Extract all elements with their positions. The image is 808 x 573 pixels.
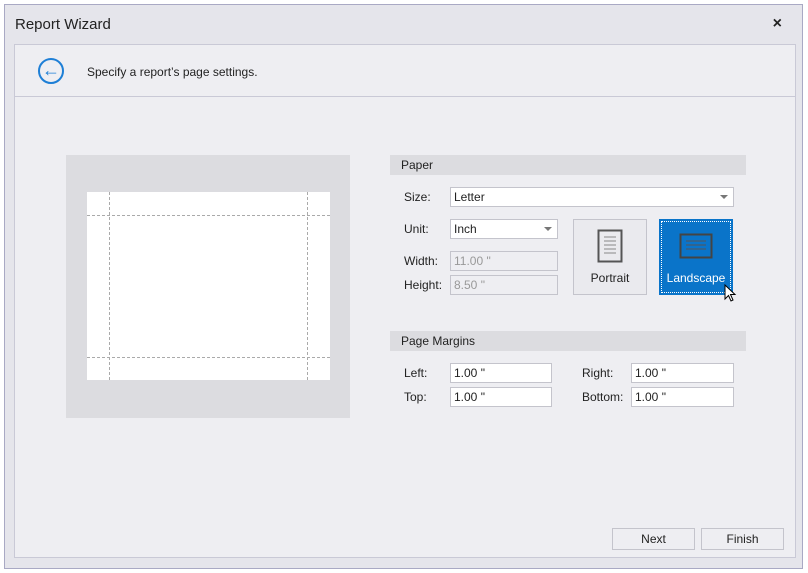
finish-button[interactable]: Finish xyxy=(701,528,784,550)
margin-line-left xyxy=(109,192,110,380)
right-margin-label: Right: xyxy=(582,366,613,380)
window-title: Report Wizard xyxy=(15,16,111,33)
portrait-page-icon xyxy=(597,229,623,263)
bottom-margin-label: Bottom: xyxy=(582,390,623,404)
margin-line-right xyxy=(307,192,308,380)
close-icon[interactable]: × xyxy=(773,15,782,33)
landscape-button[interactable]: Landscape xyxy=(659,219,733,295)
next-button[interactable]: Next xyxy=(612,528,695,550)
margins-section-header: Page Margins xyxy=(390,331,746,351)
unit-value: Inch xyxy=(454,222,477,236)
size-label: Size: xyxy=(404,190,431,204)
unit-dropdown[interactable]: Inch xyxy=(450,219,558,239)
chevron-down-icon xyxy=(544,227,552,231)
chevron-down-icon xyxy=(720,195,728,199)
unit-label: Unit: xyxy=(404,222,429,236)
back-arrow-icon[interactable]: ← xyxy=(38,58,64,84)
landscape-page-icon xyxy=(679,233,713,259)
top-margin-input[interactable]: 1.00 " xyxy=(450,387,552,407)
size-dropdown[interactable]: Letter xyxy=(450,187,734,207)
margin-line-bottom xyxy=(87,357,330,358)
right-margin-input[interactable]: 1.00 " xyxy=(631,363,734,383)
height-input[interactable]: 8.50 " xyxy=(450,275,558,295)
width-label: Width: xyxy=(404,254,438,268)
portrait-label: Portrait xyxy=(574,271,646,285)
top-margin-label: Top: xyxy=(404,390,427,404)
mouse-cursor-icon xyxy=(724,284,738,304)
width-input[interactable]: 11.00 " xyxy=(450,251,558,271)
margin-line-top xyxy=(87,215,330,216)
portrait-button[interactable]: Portrait xyxy=(573,219,647,295)
landscape-label: Landscape xyxy=(660,271,732,285)
report-wizard-window: Report Wizard × ← Specify a report’s pag… xyxy=(4,4,803,569)
wizard-page: ← Specify a report’s page settings. Pape… xyxy=(14,44,796,558)
left-margin-label: Left: xyxy=(404,366,427,380)
size-value: Letter xyxy=(454,190,485,204)
paper-preview xyxy=(87,192,330,380)
wizard-header: ← Specify a report’s page settings. xyxy=(15,45,795,97)
paper-section-header: Paper xyxy=(390,155,746,175)
page-preview xyxy=(66,155,350,418)
page-subtitle: Specify a report’s page settings. xyxy=(87,65,258,79)
left-margin-input[interactable]: 1.00 " xyxy=(450,363,552,383)
height-label: Height: xyxy=(404,278,442,292)
bottom-margin-input[interactable]: 1.00 " xyxy=(631,387,734,407)
